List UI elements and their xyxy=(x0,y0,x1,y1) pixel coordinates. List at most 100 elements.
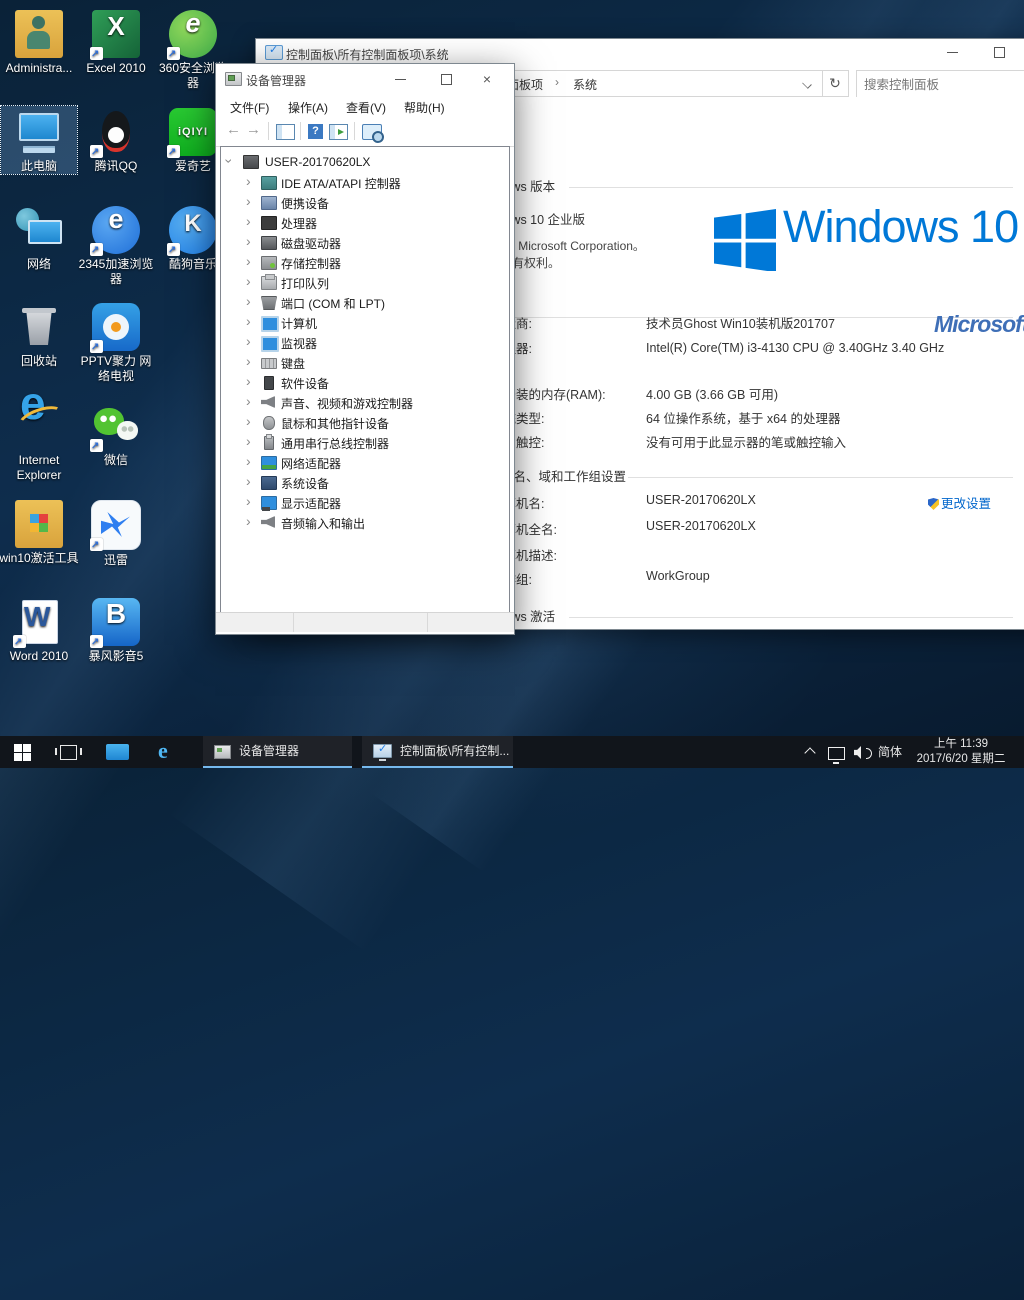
chevron-right-icon[interactable]: › xyxy=(246,373,251,389)
chevron-right-icon[interactable]: › xyxy=(246,213,251,229)
chevron-right-icon[interactable]: › xyxy=(246,193,251,209)
internet-explorer-taskbar-icon[interactable]: e xyxy=(158,738,168,764)
word-icon xyxy=(15,598,63,646)
tree-item-software-devices[interactable]: › 软件设备 xyxy=(221,372,509,392)
refresh-button[interactable]: ↻ xyxy=(822,70,849,97)
chevron-right-icon[interactable]: › xyxy=(246,433,251,449)
chevron-right-icon[interactable]: › xyxy=(246,253,251,269)
ime-indicator[interactable]: 简体 xyxy=(878,736,902,768)
desktop-icon-win10-activator[interactable]: win10激活工具 xyxy=(1,498,77,566)
show-console-tree-icon[interactable] xyxy=(276,124,295,140)
change-settings-link[interactable]: 更改设置 xyxy=(941,497,991,511)
close-button[interactable]: × xyxy=(470,66,504,92)
search-box[interactable] xyxy=(856,70,1024,97)
device-manager-icon xyxy=(225,72,242,86)
tree-item-system-devices[interactable]: › 系统设备 xyxy=(221,472,509,492)
tree-item-computer[interactable]: › 计算机 xyxy=(221,312,509,332)
start-button[interactable] xyxy=(14,744,31,761)
tree-item-keyboards[interactable]: › 键盘 xyxy=(221,352,509,372)
desktop-icon-2345-browser[interactable]: 2345加速浏览器 xyxy=(78,204,154,287)
chevron-right-icon[interactable]: › xyxy=(246,333,251,349)
chevron-right-icon[interactable]: › xyxy=(246,353,251,369)
desktop-icon-xunlei[interactable]: 迅雷 xyxy=(78,498,154,568)
tree-item-ports[interactable]: › 端口 (COM 和 LPT) xyxy=(221,292,509,312)
breadcrumb-system[interactable]: 系统 xyxy=(573,76,597,93)
taskbar: e 设备管理器 控制面板\所有控制... 简体 上午 11:39 2017/6/… xyxy=(0,736,1024,768)
desktop-icon-baofeng[interactable]: 暴风影音5 xyxy=(78,596,154,664)
desktop-icon-administrator[interactable]: Administra... xyxy=(1,8,77,76)
chevron-right-icon[interactable]: › xyxy=(246,453,251,469)
processor-icon xyxy=(261,216,277,230)
help-icon[interactable]: ? xyxy=(308,124,323,139)
menu-file[interactable]: 文件(F) xyxy=(230,99,269,116)
desktop-icon-label: Administra... xyxy=(0,61,79,76)
tree-item-network-adapters[interactable]: › 网络适配器 xyxy=(221,452,509,472)
tree-item-mice[interactable]: › 鼠标和其他指针设备 xyxy=(221,412,509,432)
tree-item-sound-controllers[interactable]: › 声音、视频和游戏控制器 xyxy=(221,392,509,412)
chevron-right-icon[interactable]: › xyxy=(246,273,251,289)
maximize-button[interactable] xyxy=(429,66,463,92)
tree-item-ide-controllers[interactable]: › IDE ATA/ATAPI 控制器 xyxy=(221,172,509,192)
file-explorer-icon[interactable] xyxy=(106,744,129,760)
tree-item-audio-inputs-outputs[interactable]: › 音频输入和输出 xyxy=(221,512,509,532)
tree-item-monitors[interactable]: › 监视器 xyxy=(221,332,509,352)
desktop-icon-internet-explorer[interactable]: Internet Explorer xyxy=(1,400,77,483)
menu-help[interactable]: 帮助(H) xyxy=(404,99,445,116)
tree-item-usb-controllers[interactable]: › 通用串行总线控制器 xyxy=(221,432,509,452)
chevron-right-icon[interactable]: › xyxy=(246,413,251,429)
chevron-right-icon[interactable]: › xyxy=(246,293,251,309)
breadcrumb-dropdown-icon[interactable] xyxy=(794,73,820,93)
chevron-right-icon[interactable]: › xyxy=(246,173,251,189)
desktop-icon-wechat[interactable]: 微信 xyxy=(78,400,154,468)
taskbar-button-control-panel[interactable]: 控制面板\所有控制... xyxy=(362,736,513,768)
uac-shield-icon xyxy=(928,498,939,510)
display-adapter-icon xyxy=(261,496,277,510)
chevron-right-icon[interactable]: › xyxy=(246,473,251,489)
excel-icon xyxy=(92,10,140,58)
desktop-icon-network[interactable]: 网络 xyxy=(1,204,77,272)
desktop-icon-this-pc[interactable]: 此电脑 xyxy=(1,106,77,174)
tree-item-print-queues[interactable]: › 打印队列 xyxy=(221,272,509,292)
chevron-right-icon[interactable]: › xyxy=(246,313,251,329)
task-view-button[interactable] xyxy=(60,745,77,760)
device-manager-titlebar[interactable]: 设备管理器 × xyxy=(216,64,514,94)
taskbar-clock[interactable]: 上午 11:39 2017/6/20 星期二 xyxy=(905,737,1017,767)
menu-action[interactable]: 操作(A) xyxy=(288,99,328,116)
desktop-icon-excel-2010[interactable]: Excel 2010 xyxy=(78,8,154,76)
tree-item-processors[interactable]: › 处理器 xyxy=(221,212,509,232)
tree-item-portable-devices[interactable]: › 便携设备 xyxy=(221,192,509,212)
desktop-icon-pptv[interactable]: PPTV聚力 网络电视 xyxy=(78,301,154,384)
chevron-down-icon[interactable]: › xyxy=(221,159,237,164)
minimize-button[interactable] xyxy=(384,66,418,92)
serial-port-icon xyxy=(261,296,277,310)
tree-item-storage-controllers[interactable]: › 存储控制器 xyxy=(221,252,509,272)
minimize-button[interactable] xyxy=(936,39,970,65)
menu-bar: 文件(F) 操作(A) 查看(V) 帮助(H) xyxy=(216,94,514,118)
tree-item-disk-drives[interactable]: › 磁盘驱动器 xyxy=(221,232,509,252)
forward-button[interactable]: → xyxy=(246,121,261,138)
info-row-full-computer-name: 计算机全名: USER-20170620LX xyxy=(476,519,1024,539)
show-hidden-icons-chevron[interactable] xyxy=(804,747,815,758)
change-settings-link-row[interactable]: 更改设置 xyxy=(928,493,991,512)
chevron-right-icon[interactable]: › xyxy=(246,493,251,509)
tree-item-display-adapters[interactable]: › 显示适配器 xyxy=(221,492,509,512)
menu-view[interactable]: 查看(V) xyxy=(346,99,386,116)
search-input[interactable] xyxy=(857,71,1024,98)
chevron-right-icon[interactable]: › xyxy=(246,233,251,249)
action-pane-icon[interactable] xyxy=(329,124,348,140)
taskbar-button-device-manager[interactable]: 设备管理器 xyxy=(203,736,352,768)
volume-wave-icon xyxy=(866,748,872,759)
maximize-button[interactable] xyxy=(982,39,1016,65)
tree-root-computer[interactable]: › USER-20170620LX xyxy=(221,152,509,172)
chevron-right-icon[interactable]: › xyxy=(246,513,251,529)
network-tray-icon[interactable] xyxy=(828,747,845,760)
scan-hardware-changes-icon[interactable] xyxy=(362,124,382,140)
desktop-icon-word-2010[interactable]: Word 2010 xyxy=(1,596,77,664)
back-button[interactable]: ← xyxy=(226,121,241,138)
shortcut-arrow-badge xyxy=(167,243,180,256)
volume-tray-icon[interactable] xyxy=(854,746,864,759)
desktop-icon-recycle-bin[interactable]: 回收站 xyxy=(1,301,77,369)
desktop-icon-qq[interactable]: 腾讯QQ xyxy=(78,106,154,174)
toolbar-separator xyxy=(268,122,269,140)
chevron-right-icon[interactable]: › xyxy=(246,393,251,409)
